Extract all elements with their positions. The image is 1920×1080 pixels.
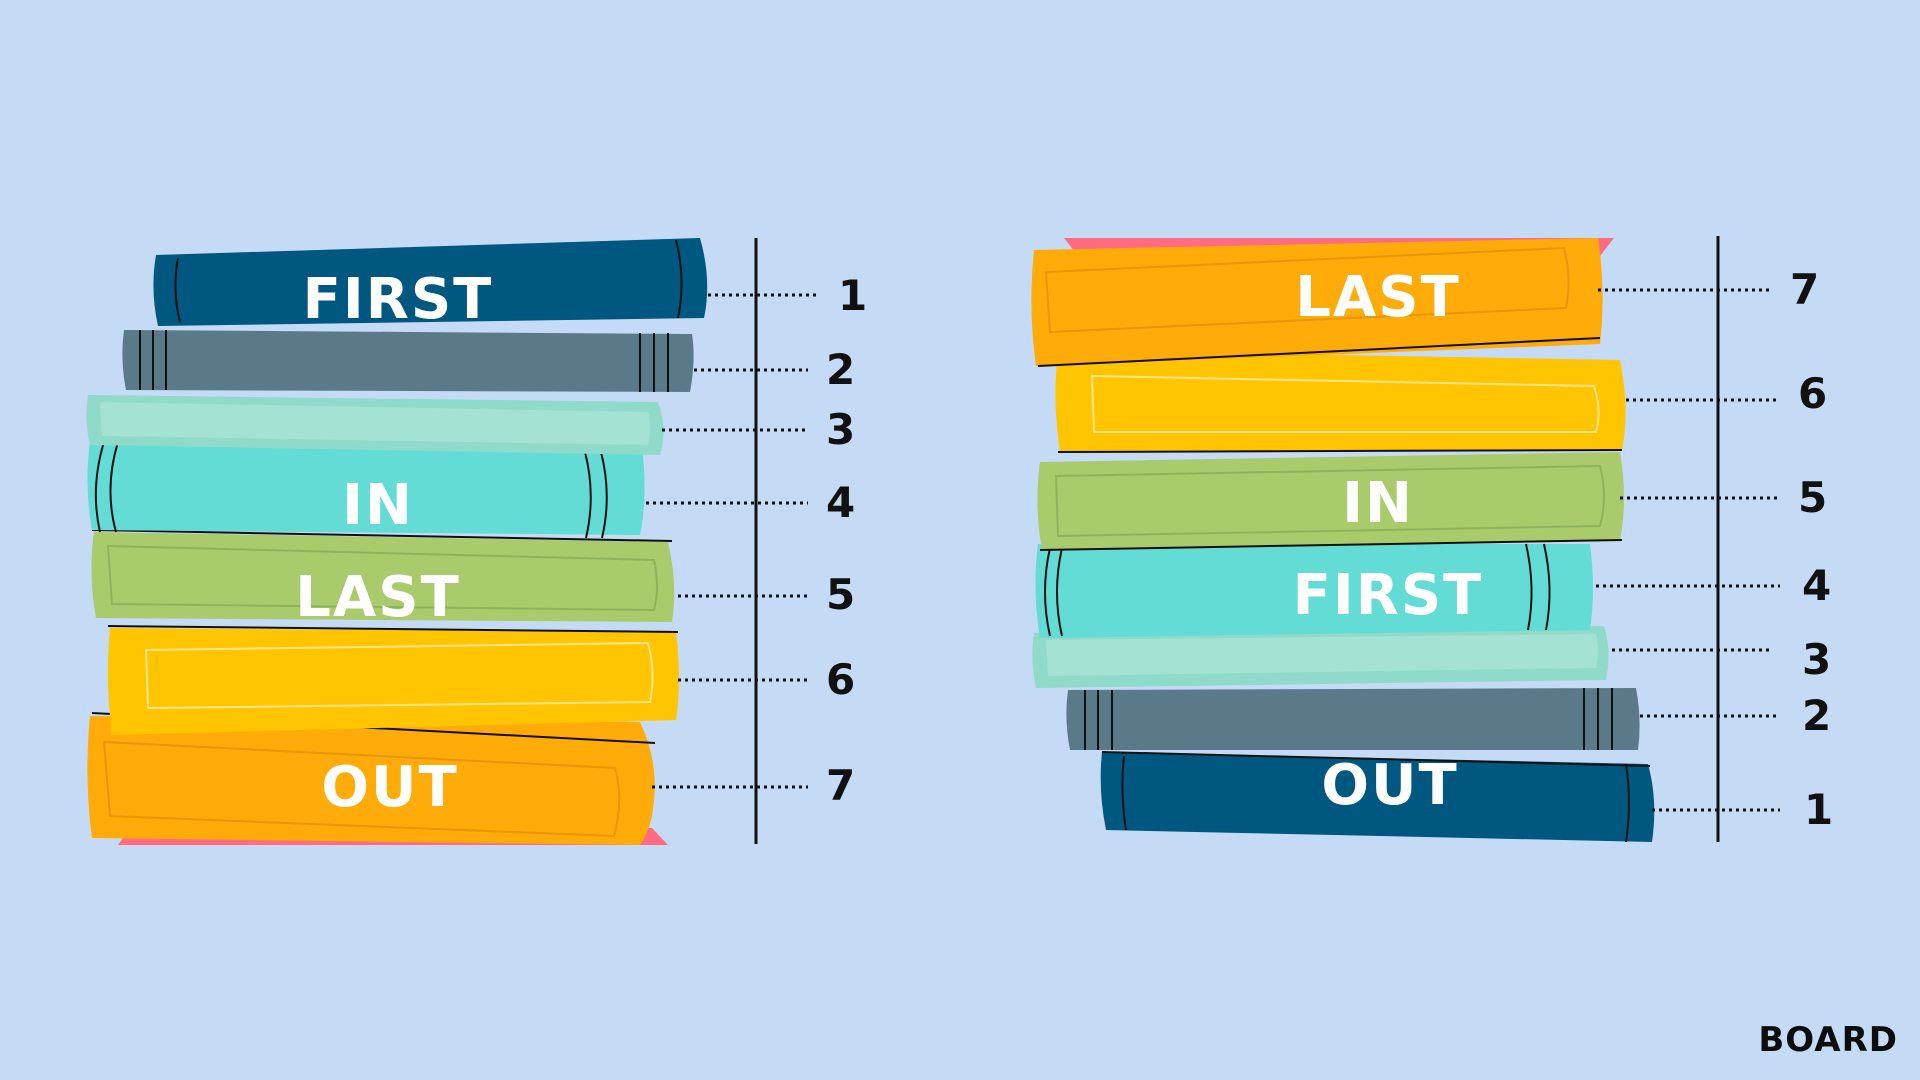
- right-book-label-middle-1: IN: [1342, 471, 1414, 536]
- left-book-1: FIRST: [153, 238, 708, 332]
- board-logo-text: BOARD: [1758, 1020, 1898, 1060]
- right-number-5: 5: [1798, 473, 1827, 522]
- left-book-label-bottom: OUT: [321, 755, 458, 820]
- left-stack: OUT LAST IN FIRST 1 2 3 4 5 6 7: [86, 238, 867, 845]
- left-number-2: 2: [826, 345, 855, 394]
- left-book-3: [86, 395, 664, 455]
- left-book-label-middle-2: LAST: [295, 565, 461, 630]
- left-book-6: [107, 625, 679, 735]
- board-logo: BOARD: [1758, 1020, 1898, 1060]
- left-number-5: 5: [826, 570, 855, 619]
- right-book-label-middle-2: FIRST: [1293, 563, 1484, 628]
- right-book-7: LAST: [1031, 238, 1603, 367]
- left-number-7: 7: [826, 761, 855, 810]
- right-number-6: 6: [1798, 369, 1827, 418]
- left-number-6: 6: [826, 655, 855, 704]
- right-book-4: FIRST: [1035, 543, 1593, 638]
- stack-diagram: OUT LAST IN FIRST 1 2 3 4 5 6 7 OUT FIRS…: [86, 236, 1833, 845]
- right-book-label-top: LAST: [1295, 265, 1461, 330]
- left-book-label-middle-1: IN: [342, 473, 414, 538]
- right-number-2: 2: [1802, 691, 1831, 740]
- left-number-1: 1: [838, 271, 867, 320]
- left-book-5: LAST: [91, 529, 675, 630]
- right-number-1: 1: [1804, 785, 1833, 834]
- right-book-2: [1066, 688, 1640, 750]
- right-book-6: [1055, 350, 1626, 453]
- left-number-4: 4: [826, 478, 855, 527]
- left-number-3: 3: [826, 405, 855, 454]
- right-number-3: 3: [1802, 635, 1831, 684]
- left-book-label-top: FIRST: [303, 267, 494, 332]
- right-number-4: 4: [1802, 561, 1831, 610]
- right-book-label-bottom: OUT: [1321, 753, 1458, 818]
- left-book-2: [122, 330, 694, 392]
- right-book-5: IN: [1037, 452, 1624, 551]
- right-stack: OUT FIRST IN LAST 7 6 5 4 3 2 1: [1031, 236, 1833, 843]
- left-book-4: IN: [87, 441, 645, 539]
- right-number-7: 7: [1790, 265, 1819, 314]
- right-book-1: OUT: [1100, 751, 1655, 843]
